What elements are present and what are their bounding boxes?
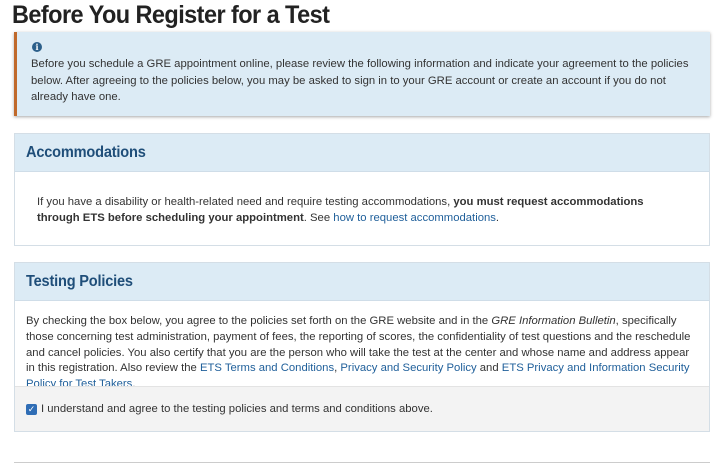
- accommodations-text-intro: If you have a disability or health-relat…: [37, 196, 454, 208]
- info-text: Before you schedule a GRE appointment on…: [31, 58, 689, 104]
- testing-policies-text: By checking the box below, you agree to …: [26, 314, 698, 393]
- privacy-security-policy-link[interactable]: Privacy and Security Policy: [340, 362, 476, 374]
- agreement-row[interactable]: ✓ I understand and agree to the testing …: [15, 386, 709, 431]
- request-accommodations-link[interactable]: how to request accommodations: [333, 212, 496, 224]
- ets-terms-link[interactable]: ETS Terms and Conditions: [200, 362, 334, 374]
- accommodations-text-end: .: [495, 211, 500, 224]
- accommodations-text-see: . See: [303, 211, 334, 224]
- page-title: Before You Register for a Test: [12, 1, 330, 29]
- testing-policies-body: By checking the box below, you agree to …: [15, 301, 709, 393]
- policies-text-intro: By checking the box below, you agree to …: [26, 315, 492, 327]
- accommodations-panel: Accommodations If you have a disability …: [14, 133, 710, 246]
- agree-label[interactable]: I understand and agree to the testing po…: [41, 403, 433, 415]
- testing-policies-title: Testing Policies: [26, 272, 133, 290]
- accommodations-header: Accommodations: [15, 134, 709, 172]
- accommodations-title: Accommodations: [26, 143, 146, 161]
- policies-separator-2: and: [476, 362, 502, 375]
- accommodations-body: If you have a disability or health-relat…: [15, 172, 709, 227]
- info-icon: i: [32, 42, 42, 52]
- testing-policies-panel: Testing Policies By checking the box bel…: [14, 262, 710, 432]
- accommodations-text: If you have a disability or health-relat…: [37, 195, 687, 227]
- info-notice: i Before you schedule a GRE appointment …: [14, 32, 710, 116]
- checkmark-icon: ✓: [27, 403, 36, 414]
- testing-policies-header: Testing Policies: [15, 263, 709, 301]
- divider: [14, 462, 710, 463]
- gre-bulletin-title: GRE Information Bulletin: [491, 315, 616, 327]
- agree-checkbox[interactable]: ✓: [26, 403, 37, 415]
